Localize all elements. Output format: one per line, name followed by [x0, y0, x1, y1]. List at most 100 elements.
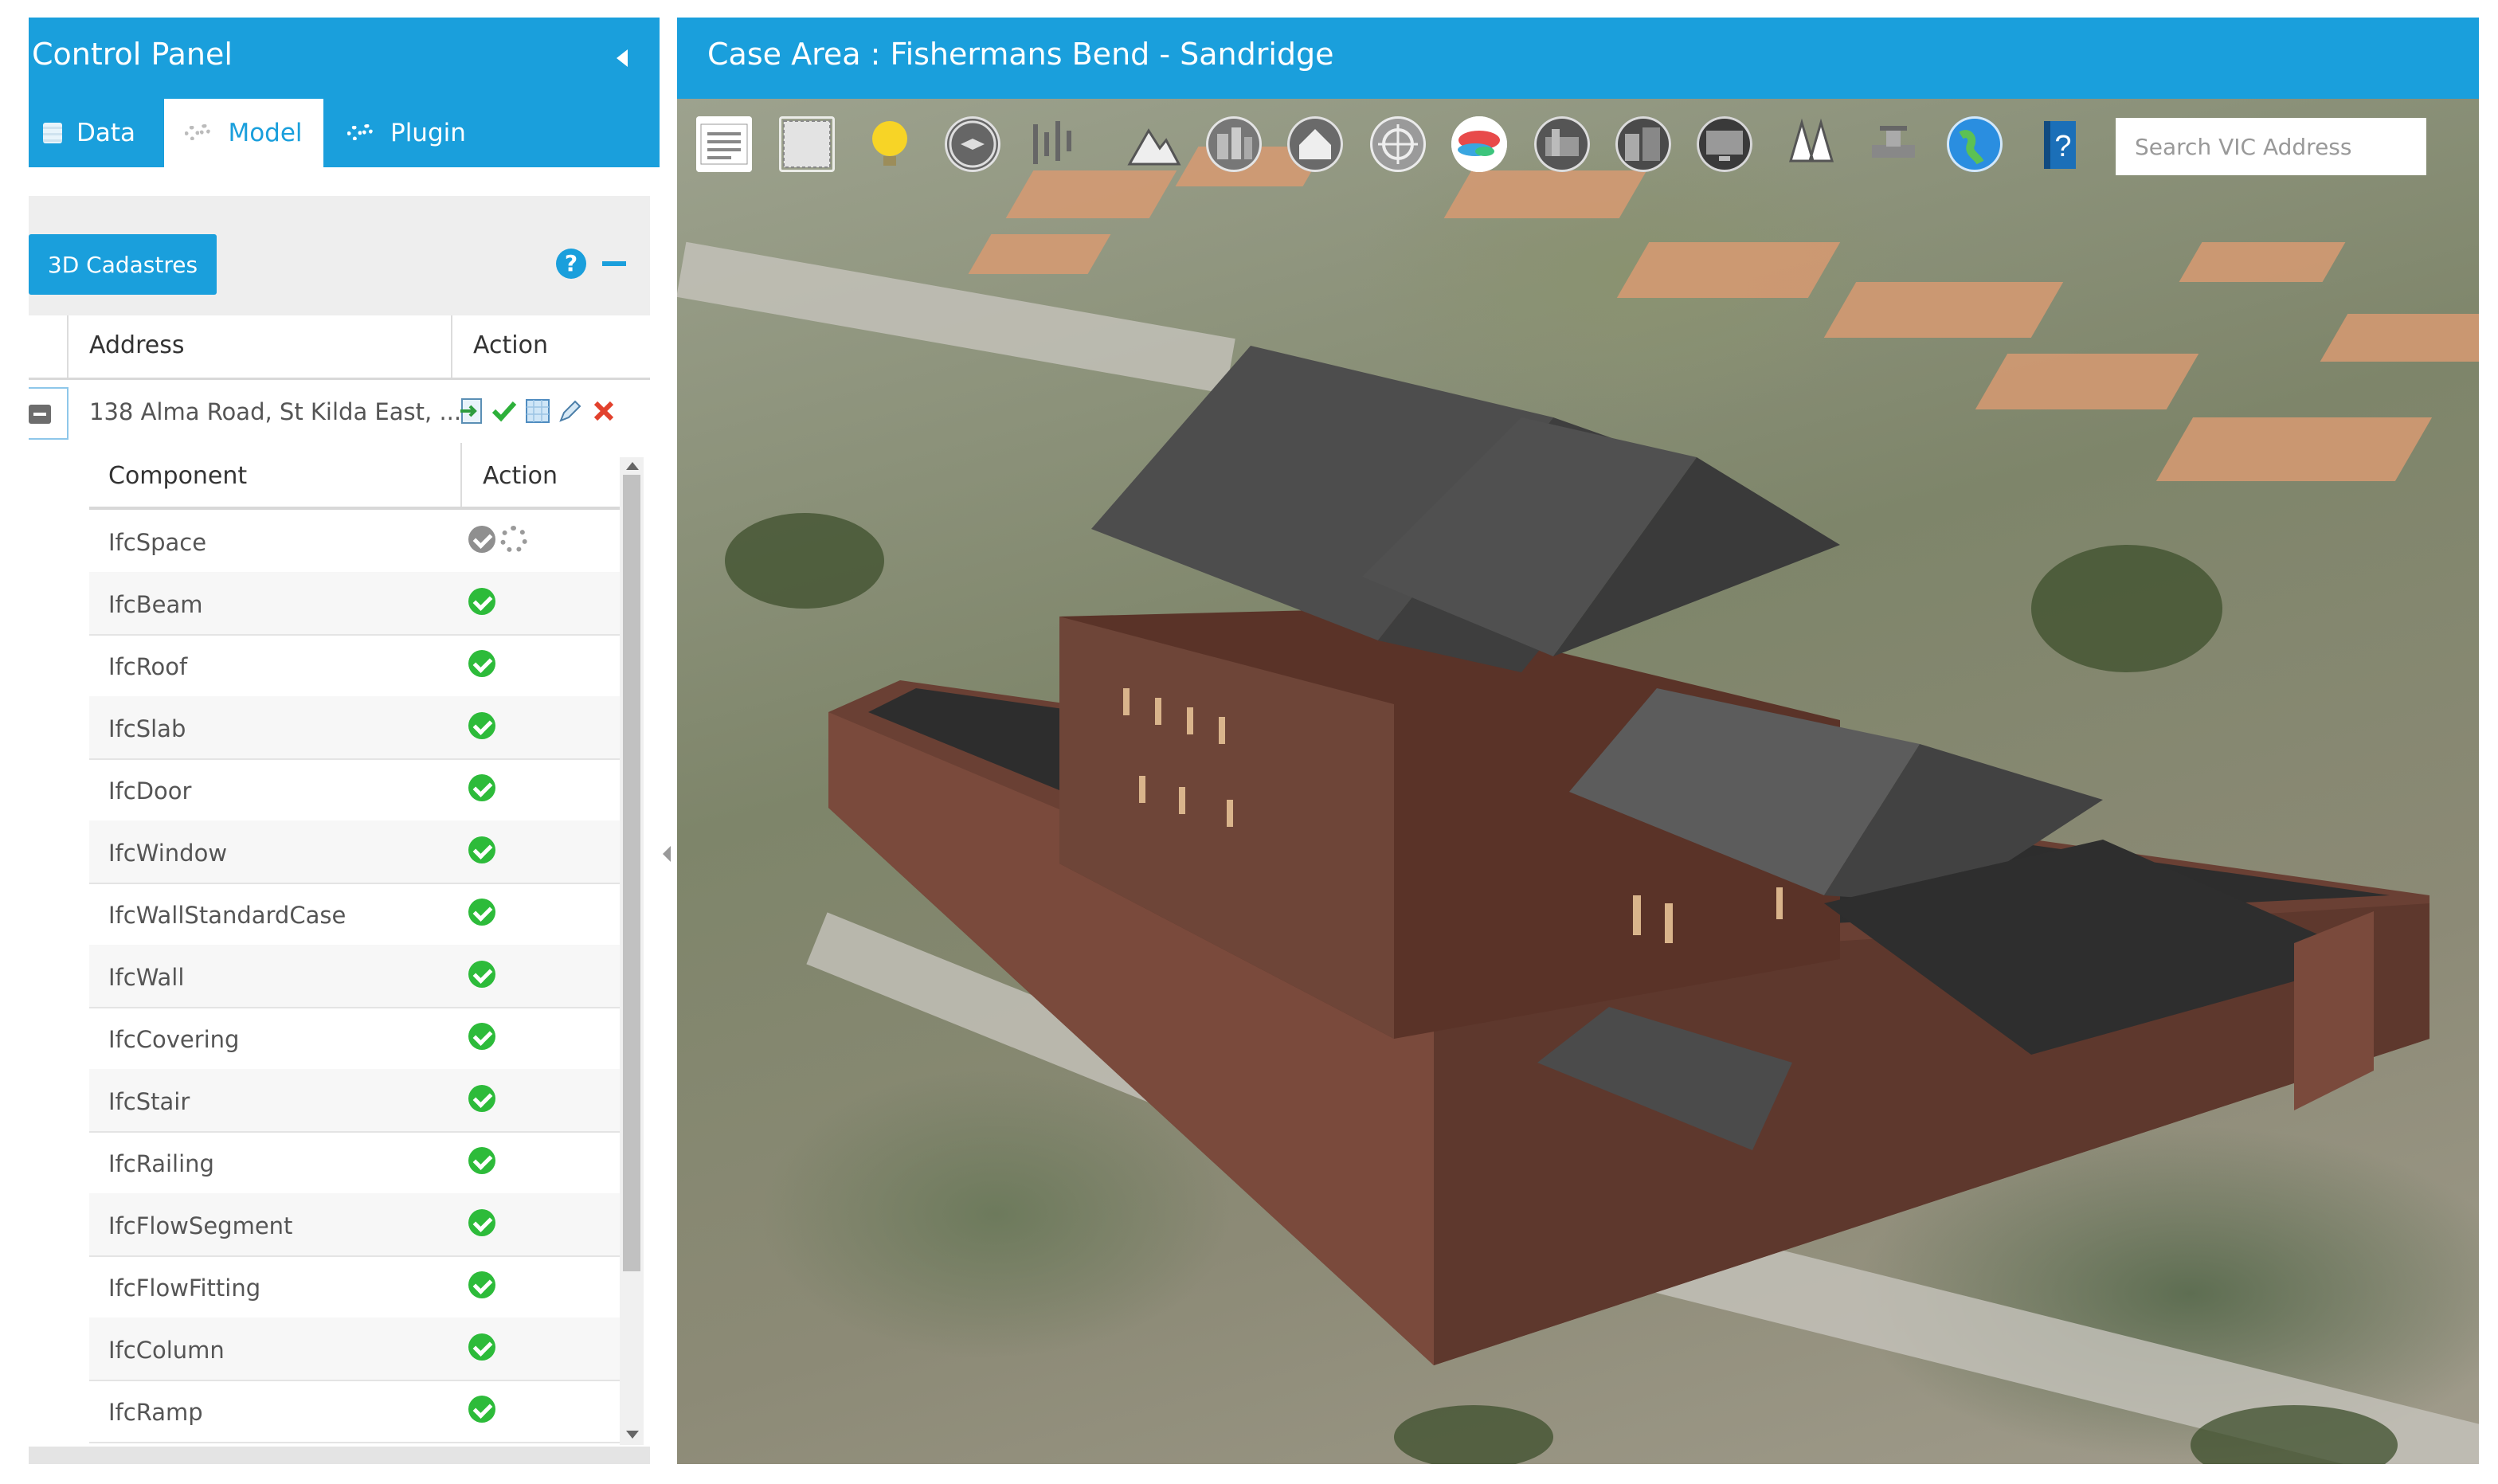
component-action [468, 1085, 495, 1117]
component-column-header[interactable]: Component [108, 462, 247, 490]
table-row[interactable]: IfcRailing [89, 1131, 620, 1195]
component-action [468, 588, 495, 620]
grid-layer-icon[interactable] [779, 116, 835, 172]
control-panel: Control Panel Data Model Plugin 3D Cadas… [29, 18, 660, 1467]
legend-icon[interactable] [696, 116, 752, 172]
tab-plugin[interactable]: Plugin [336, 99, 507, 167]
table-row[interactable]: IfcSpace [89, 510, 620, 574]
check-circle-icon[interactable] [468, 588, 495, 615]
buildings-icon[interactable] [1206, 116, 1262, 172]
check-circle-icon[interactable] [468, 712, 495, 739]
action-column-header[interactable]: Action [483, 462, 558, 490]
heatmap-icon[interactable] [1451, 116, 1507, 172]
trees-icon[interactable] [1784, 116, 1840, 172]
table-row[interactable]: IfcDoor [89, 758, 620, 822]
check-circle-icon[interactable] [468, 1085, 495, 1112]
check-circle-icon[interactable] [468, 1271, 495, 1298]
city-photo-icon[interactable] [1615, 116, 1671, 172]
component-name: IfcColumn [108, 1337, 225, 1364]
address-column-header[interactable]: Address [89, 331, 184, 359]
grid-icon[interactable] [524, 397, 551, 425]
monitor-icon[interactable] [1697, 116, 1752, 172]
component-name: IfcBeam [108, 591, 203, 618]
check-circle-icon[interactable] [468, 961, 495, 988]
target-icon[interactable] [1370, 116, 1426, 172]
valve-icon[interactable] [1866, 116, 1921, 172]
component-table: Component Action IfcSpace IfcBeam IfcRoof I… [89, 443, 620, 1443]
chart-icon[interactable] [1026, 116, 1082, 172]
column-divider [451, 315, 452, 378]
collapse-arrow-icon[interactable] [663, 846, 671, 862]
component-action [468, 712, 495, 744]
rear-wall [2294, 911, 2374, 1110]
component-name: IfcWallStandardCase [108, 902, 347, 929]
3d-map-view[interactable]: ? [677, 99, 2479, 1464]
component-name: IfcStair [108, 1088, 190, 1115]
address-actions [459, 397, 618, 429]
horizontal-scrollbar[interactable] [29, 1447, 650, 1464]
check-circle-icon[interactable] [468, 1023, 495, 1050]
check-circle-icon[interactable] [468, 650, 495, 677]
scroll-down-icon[interactable] [626, 1431, 639, 1439]
import-icon[interactable] [459, 397, 486, 425]
component-name: IfcSpace [108, 529, 207, 556]
check-circle-icon[interactable] [468, 1396, 495, 1423]
lightbulb-icon[interactable] [862, 116, 918, 172]
action-column-header[interactable]: Action [473, 331, 548, 359]
column-divider [67, 315, 69, 378]
scroll-up-icon[interactable] [626, 462, 639, 470]
compass-icon[interactable] [945, 116, 1000, 172]
component-action [468, 1209, 495, 1241]
address-table-header: Address Action [29, 315, 650, 380]
table-row[interactable]: IfcWall [89, 945, 620, 1008]
help-icon[interactable]: ? [556, 249, 586, 279]
delete-icon[interactable] [591, 397, 618, 425]
terrain-icon[interactable] [1126, 116, 1182, 172]
3d-cadastres-button[interactable]: 3D Cadastres [29, 234, 217, 295]
panel-tabs: Data Model Plugin [29, 99, 660, 167]
table-row[interactable]: IfcSlab [89, 696, 620, 760]
globe-icon[interactable] [1947, 116, 2003, 172]
check-circle-icon[interactable] [468, 1209, 495, 1236]
table-row[interactable]: IfcFlowSegment [89, 1193, 620, 1257]
pending-check-icon[interactable] [468, 526, 495, 553]
edit-icon[interactable] [556, 397, 583, 425]
search-vic-address-input[interactable] [2116, 118, 2426, 175]
scroll-thumb[interactable] [623, 475, 640, 1271]
component-action [468, 1271, 495, 1303]
building-model[interactable] [677, 99, 2479, 1464]
check-circle-icon[interactable] [468, 836, 495, 863]
table-row[interactable]: IfcFlowFitting [89, 1255, 620, 1319]
table-row[interactable]: IfcBeam [89, 572, 620, 636]
table-row[interactable]: IfcStair [89, 1069, 620, 1133]
check-circle-icon[interactable] [468, 899, 495, 926]
table-row[interactable]: IfcWallStandardCase [89, 883, 620, 946]
settings-icon[interactable] [500, 526, 527, 553]
table-row[interactable]: IfcRoof [89, 634, 620, 698]
check-circle-icon[interactable] [468, 1333, 495, 1361]
map-toolbar: ? [696, 116, 2076, 180]
svg-text:?: ? [2054, 130, 2071, 163]
component-name: IfcFlowFitting [108, 1275, 261, 1302]
collapse-panel-icon[interactable] [617, 49, 628, 67]
table-row[interactable]: IfcRamp [89, 1380, 620, 1443]
table-row[interactable]: IfcWindow [89, 820, 620, 884]
component-name: IfcFlowSegment [108, 1212, 293, 1239]
panel-splitter[interactable] [660, 18, 675, 1467]
table-row[interactable]: IfcCovering [89, 1007, 620, 1071]
check-circle-icon[interactable] [468, 774, 495, 801]
tab-model[interactable]: Model [164, 99, 323, 167]
check-circle-icon[interactable] [468, 1147, 495, 1174]
component-scrollbar[interactable] [620, 457, 644, 1445]
component-action [468, 1396, 495, 1427]
tab-data[interactable]: Data [35, 99, 170, 167]
home-icon[interactable] [1287, 116, 1343, 172]
check-icon[interactable] [491, 397, 518, 425]
help-book-icon[interactable]: ? [2034, 116, 2090, 172]
table-row[interactable]: IfcColumn [89, 1318, 620, 1381]
minimize-icon[interactable] [602, 261, 626, 266]
collapse-row-button[interactable] [29, 387, 69, 440]
city-icon[interactable] [1534, 116, 1590, 172]
table-row[interactable]: 138 Alma Road, St Kilda East, ... [29, 381, 650, 444]
component-name: IfcRamp [108, 1399, 203, 1426]
